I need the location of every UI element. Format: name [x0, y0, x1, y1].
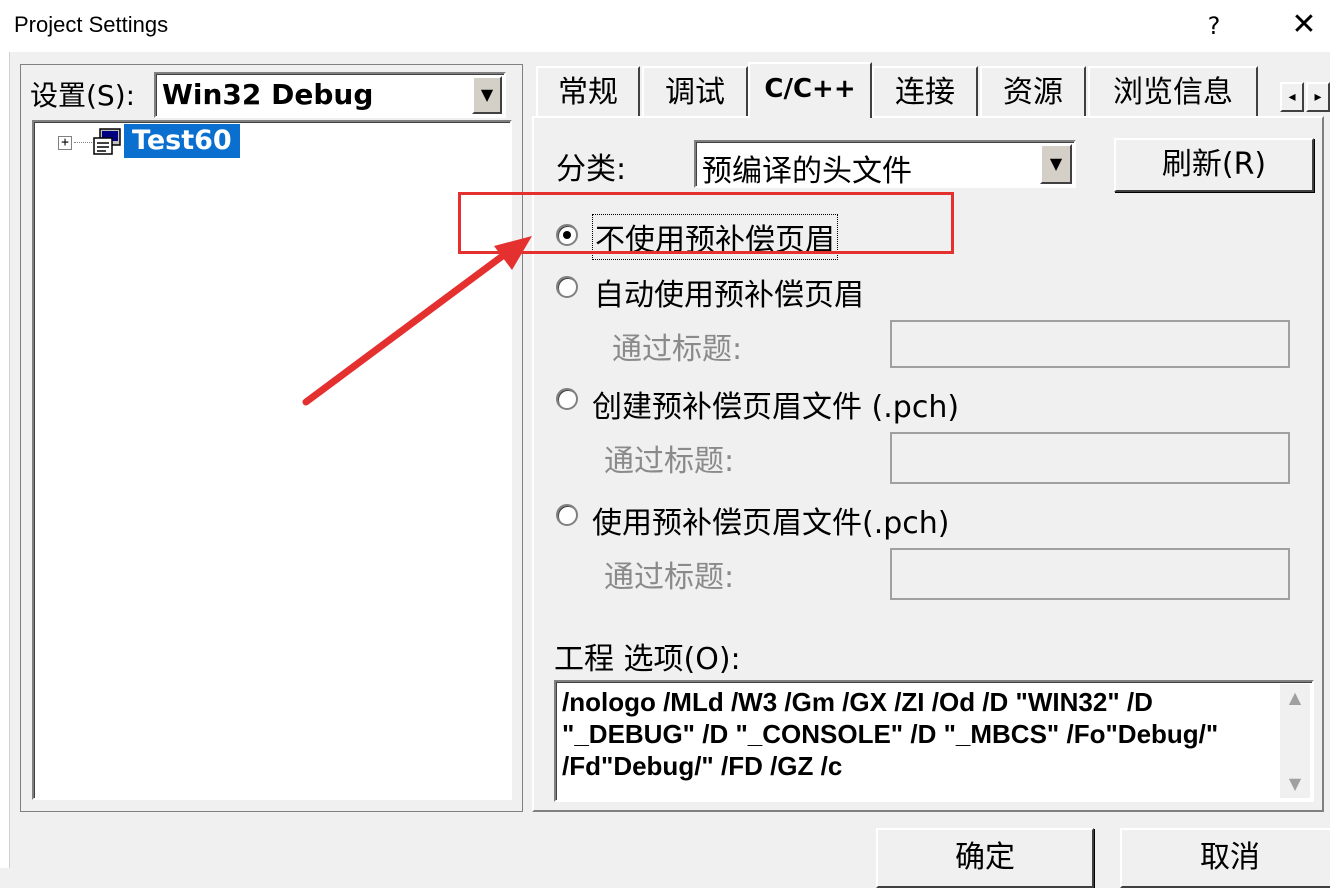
tab-browse-info[interactable]: 浏览信息 [1088, 66, 1258, 116]
vertical-scrollbar[interactable]: ▲ ▼ [1280, 684, 1310, 798]
tab-c-cpp[interactable]: C/C++ [748, 62, 872, 118]
background-window-edge [0, 52, 10, 868]
refresh-button[interactable]: 刷新(R) [1114, 138, 1314, 192]
ok-button[interactable]: 确定 [876, 828, 1094, 888]
scroll-down-icon[interactable]: ▼ [1280, 774, 1310, 794]
project-options-text: /nologo /MLd /W3 /Gm /GX /ZI /Od /D "WIN… [562, 687, 1219, 781]
close-button[interactable]: ✕ [1284, 8, 1324, 44]
category-dropdown[interactable]: 预编译的头文件 ▼ [694, 140, 1076, 189]
radio-use-pch[interactable] [556, 504, 578, 526]
chevron-down-icon[interactable]: ▼ [472, 76, 502, 114]
category-value: 预编译的头文件 [702, 154, 912, 189]
through-header-input[interactable] [890, 548, 1290, 600]
project-icon [92, 126, 124, 158]
radio-create-pch[interactable] [556, 388, 578, 410]
through-header-input[interactable] [890, 320, 1290, 368]
radio-label[interactable]: 自动使用预补偿页眉 [594, 270, 864, 314]
project-options-label: 工程 选项(O): [554, 642, 741, 677]
tab-resources[interactable]: 资源 [980, 66, 1086, 116]
help-button[interactable]: ? [1196, 8, 1232, 44]
radio-auto-precompiled-headers[interactable] [556, 276, 578, 298]
tab-general[interactable]: 常规 [536, 66, 640, 116]
scroll-right-icon[interactable]: ▸ [1306, 82, 1330, 112]
project-options-textarea[interactable]: /nologo /MLd /W3 /Gm /GX /ZI /Od /D "WIN… [554, 680, 1314, 802]
annotation-highlight-box [458, 192, 954, 254]
title-bar [0, 0, 1330, 52]
scroll-left-icon[interactable]: ◂ [1280, 82, 1304, 112]
tree-item-test60[interactable]: Test60 [124, 124, 240, 158]
radio-label[interactable]: 使用预补偿页眉文件(.pch) [592, 498, 950, 542]
window-title: Project Settings [14, 12, 169, 37]
category-label: 分类: [556, 152, 627, 187]
through-header-label: 通过标题: [604, 444, 735, 479]
configuration-value: Win32 Debug [162, 78, 374, 111]
scroll-up-icon[interactable]: ▲ [1280, 688, 1310, 708]
through-header-label: 通过标题: [604, 560, 735, 595]
tab-link[interactable]: 连接 [872, 66, 978, 116]
through-header-input[interactable] [890, 432, 1290, 484]
tree-expand-icon[interactable]: + [58, 136, 72, 150]
tab-debug[interactable]: 调试 [642, 66, 748, 116]
through-header-label: 通过标题: [612, 332, 743, 367]
chevron-down-icon[interactable]: ▼ [1040, 144, 1072, 184]
settings-for-label: 设置(S): [30, 79, 136, 112]
cancel-button[interactable]: 取消 [1120, 828, 1330, 888]
radio-label[interactable]: 创建预补偿页眉文件 (.pch) [592, 382, 959, 426]
tree-connector [74, 142, 92, 143]
configuration-dropdown[interactable]: Win32 Debug ▼ [154, 72, 506, 118]
project-tree[interactable]: + Test60 [32, 120, 512, 800]
tab-scroll-buttons: ◂ ▸ [1280, 82, 1330, 112]
